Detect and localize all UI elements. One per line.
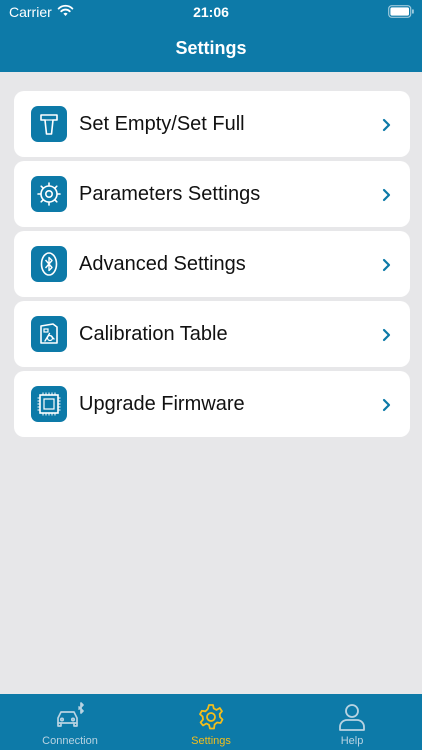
battery-icon [388, 5, 414, 18]
menu-item-label: Upgrade Firmware [79, 393, 245, 415]
page-title: Settings [175, 38, 247, 58]
bluetooth-icon [31, 246, 67, 282]
clock: 21:06 [193, 4, 229, 20]
menu-item-label: Set Empty/Set Full [79, 113, 245, 135]
fuel-gauge-icon [31, 316, 67, 352]
tab-label: Connection [42, 735, 98, 747]
menu-item-label: Advanced Settings [79, 253, 246, 275]
gear-icon [199, 704, 224, 730]
tab-label: Help [340, 735, 364, 747]
chevron-right-icon [382, 258, 391, 272]
tab-help[interactable]: Help [282, 694, 422, 750]
gear-icon [31, 176, 67, 212]
menu-item-label: Parameters Settings [79, 183, 261, 205]
settings-menu: Set Empty/Set Full Parameters Settings A… [14, 91, 410, 441]
car-bluetooth-icon [57, 702, 84, 727]
menu-item-calibration-table[interactable]: Calibration Table [14, 301, 410, 367]
tab-bar: Connection Settings Help [0, 694, 422, 750]
tab-connection[interactable]: Connection [0, 694, 140, 750]
chevron-right-icon [382, 328, 391, 342]
menu-item-advanced-settings[interactable]: Advanced Settings [14, 231, 410, 297]
tab-label: Settings [191, 735, 231, 747]
chevron-right-icon [382, 118, 391, 132]
chevron-right-icon [382, 398, 391, 412]
menu-item-label: Calibration Table [79, 323, 228, 345]
sensor-probe-icon [31, 106, 67, 142]
person-icon [339, 704, 365, 731]
menu-item-set-empty-set-full[interactable]: Set Empty/Set Full [14, 91, 410, 157]
menu-item-upgrade-firmware[interactable]: Upgrade Firmware [14, 371, 410, 437]
menu-item-parameters-settings[interactable]: Parameters Settings [14, 161, 410, 227]
tab-settings[interactable]: Settings [141, 694, 281, 750]
chip-icon [31, 386, 67, 422]
chevron-right-icon [382, 188, 391, 202]
app-header: Carrier 21:06 Settings [0, 0, 422, 72]
status-bar: Carrier 21:06 [0, 0, 422, 26]
